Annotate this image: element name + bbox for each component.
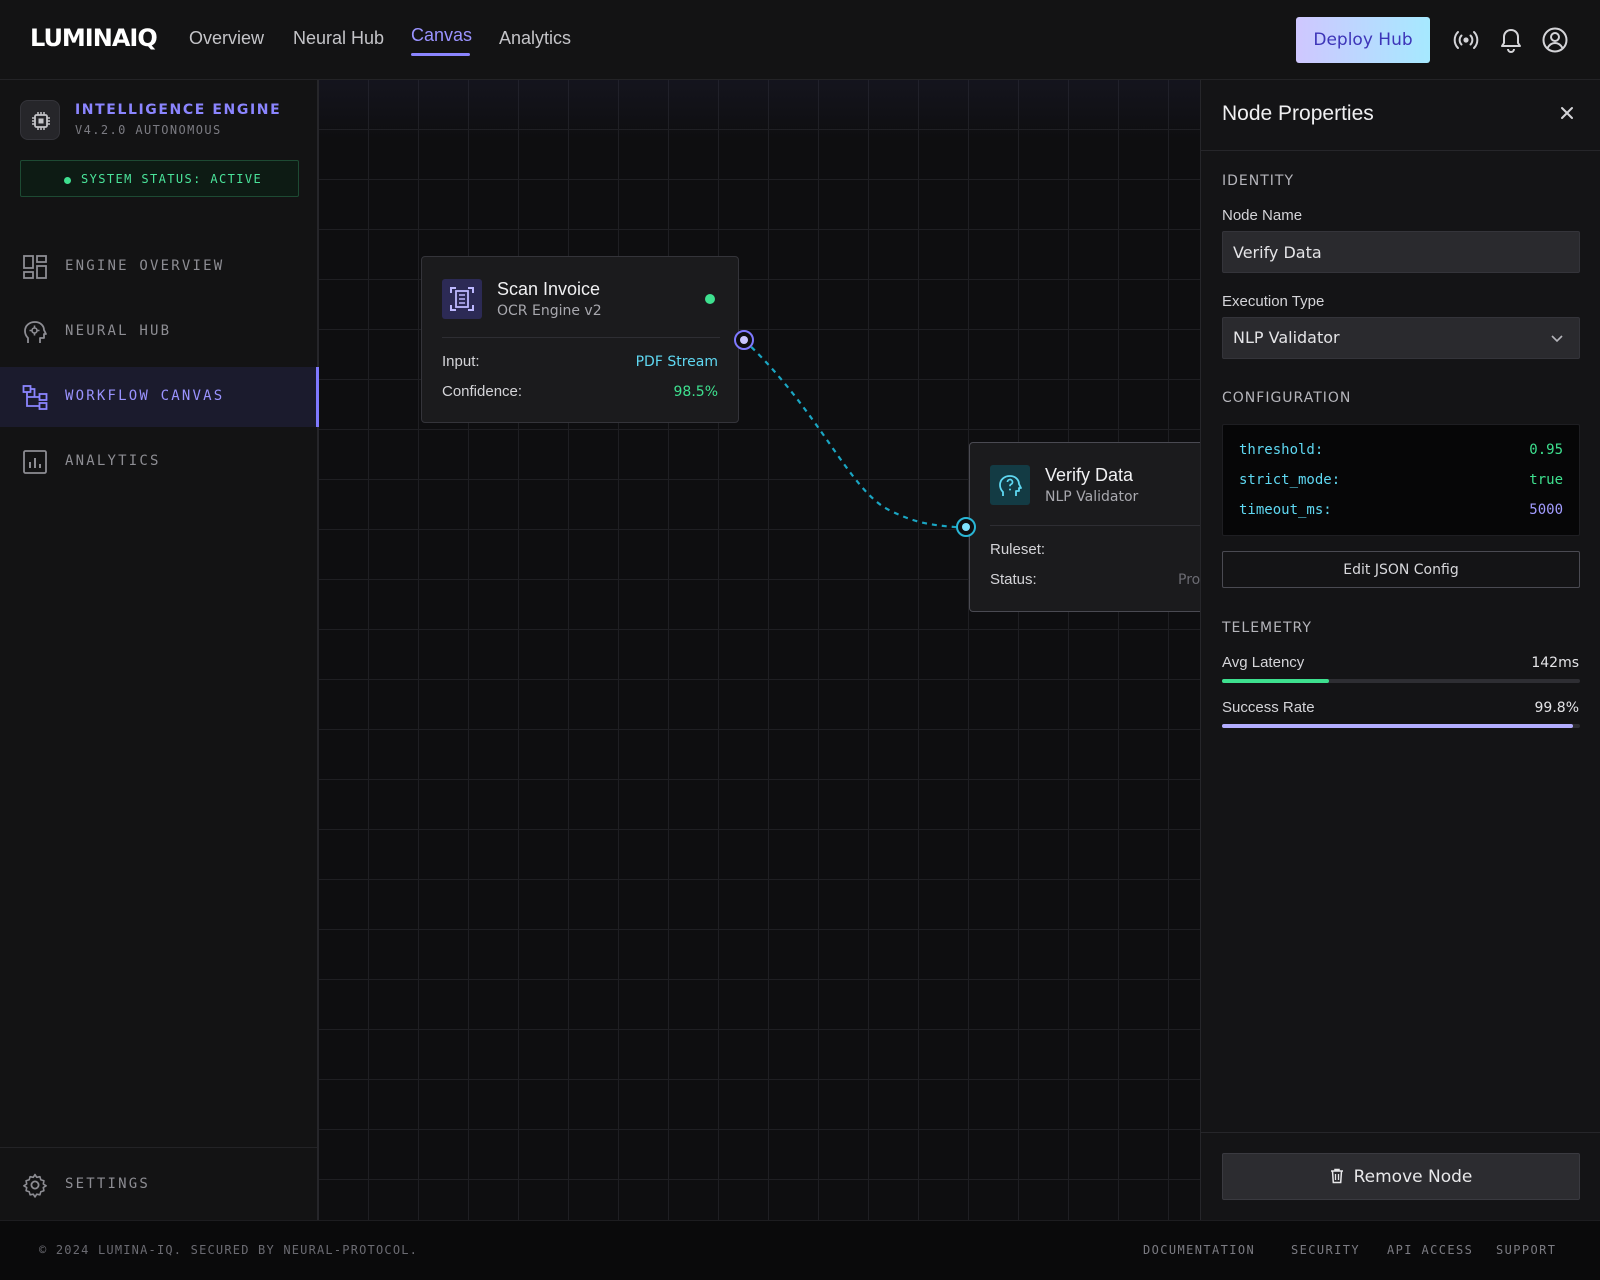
section-configuration: CONFIGURATION xyxy=(1222,390,1352,406)
connection-edge xyxy=(743,339,966,530)
engine-version: V4.2.0 AUTONOMOUS xyxy=(75,123,222,137)
page-footer: © 2024 LUMINA-IQ. SECURED BY NEURAL-PROT… xyxy=(0,1220,1600,1280)
node-name-label: Node Name xyxy=(1222,207,1303,224)
execution-type-label: Execution Type xyxy=(1222,293,1325,310)
close-icon[interactable] xyxy=(1557,103,1577,123)
sidebar-item-label: ANALYTICS xyxy=(65,453,161,469)
active-nav-indicator xyxy=(411,53,470,56)
node-field-key: Confidence: xyxy=(442,383,523,400)
sidebar-item-analytics[interactable]: ANALYTICS xyxy=(0,432,319,492)
execution-type-select[interactable]: NLP Validator xyxy=(1222,317,1580,359)
chevron-down-icon xyxy=(1551,335,1563,343)
config-code-block: threshold: 0.95 strict_mode: true timeou… xyxy=(1222,424,1580,536)
system-status-badge: SYSTEM STATUS: ACTIVE xyxy=(20,160,299,197)
node-field-key: Status: xyxy=(990,571,1037,588)
brand-logo[interactable]: LUMINAIQ xyxy=(30,24,158,52)
latency-bar-fill xyxy=(1222,679,1330,683)
panel-footer: Remove Node xyxy=(1201,1132,1600,1220)
node-status-dot-icon xyxy=(705,294,715,304)
node-field-value: PDF Stream xyxy=(635,354,718,370)
sidebar-item-label: WORKFLOW CANVAS xyxy=(65,388,225,404)
config-value: 0.95 xyxy=(1529,442,1563,458)
bar-chart-icon xyxy=(23,450,47,474)
telemetry-value: 142ms xyxy=(1531,655,1579,671)
nav-neural-hub[interactable]: Neural Hub xyxy=(293,28,384,49)
sidebar: INTELLIGENCE ENGINE V4.2.0 AUTONOMOUS SY… xyxy=(0,80,319,1220)
top-nav-bar: LUMINAIQ Overview Neural Hub Canvas Anal… xyxy=(0,0,1600,80)
success-rate-bar xyxy=(1222,724,1580,728)
sidebar-item-workflow-canvas[interactable]: WORKFLOW CANVAS xyxy=(0,367,319,427)
head-question-icon xyxy=(990,465,1030,505)
sidebar-item-engine-overview[interactable]: ENGINE OVERVIEW xyxy=(0,237,319,297)
success-rate-bar-fill xyxy=(1222,724,1573,728)
panel-header: Node Properties xyxy=(1201,80,1600,151)
sidebar-divider xyxy=(0,1147,317,1148)
nav-overview[interactable]: Overview xyxy=(189,28,264,49)
remove-node-label: Remove Node xyxy=(1353,1166,1473,1187)
section-telemetry: TELEMETRY xyxy=(1222,620,1312,636)
remove-node-button[interactable]: Remove Node xyxy=(1222,1153,1580,1200)
status-text: SYSTEM STATUS: ACTIVE xyxy=(81,172,263,186)
node-properties-panel: Node Properties IDENTITY Node Name Execu… xyxy=(1200,80,1600,1220)
node-field-key: Input: xyxy=(442,353,480,370)
workflow-icon xyxy=(22,385,48,410)
brain-icon xyxy=(24,321,47,343)
footer-link-api-access[interactable]: API ACCESS xyxy=(1387,1243,1473,1257)
sidebar-item-neural-hub[interactable]: NEURAL HUB xyxy=(0,302,319,362)
telemetry-value: 99.8% xyxy=(1534,700,1579,716)
edit-json-config-button[interactable]: Edit JSON Config xyxy=(1222,551,1580,588)
deploy-hub-button[interactable]: Deploy Hub xyxy=(1296,17,1430,63)
panel-title: Node Properties xyxy=(1222,102,1374,125)
output-port[interactable] xyxy=(734,330,754,350)
latency-bar xyxy=(1222,679,1580,683)
node-subtitle: OCR Engine v2 xyxy=(497,303,602,319)
footer-link-documentation[interactable]: DOCUMENTATION xyxy=(1143,1243,1255,1257)
sidebar-item-label: SETTINGS xyxy=(65,1176,151,1192)
nav-canvas[interactable]: Canvas xyxy=(411,25,472,46)
node-divider xyxy=(442,337,720,338)
section-identity: IDENTITY xyxy=(1222,173,1295,189)
node-divider xyxy=(990,525,1200,526)
bell-icon[interactable] xyxy=(1497,26,1525,54)
sidebar-item-label: ENGINE OVERVIEW xyxy=(65,258,225,274)
config-key: threshold: xyxy=(1239,442,1324,458)
config-key: strict_mode: xyxy=(1239,472,1341,488)
node-title: Scan Invoice xyxy=(497,279,601,299)
workflow-canvas[interactable]: Scan Invoice OCR Engine v2 Input: PDF St… xyxy=(319,80,1200,1220)
status-dot-icon xyxy=(64,177,71,184)
trash-icon xyxy=(1330,1168,1343,1183)
broadcast-icon[interactable] xyxy=(1452,26,1480,54)
user-icon[interactable] xyxy=(1541,26,1569,54)
node-field-key: Ruleset: xyxy=(990,541,1046,558)
scan-document-icon xyxy=(442,279,482,319)
node-title: Verify Data xyxy=(1045,465,1134,485)
cpu-icon xyxy=(32,112,50,130)
footer-link-support[interactable]: SUPPORT xyxy=(1496,1243,1556,1257)
sidebar-item-label: NEURAL HUB xyxy=(65,323,172,339)
config-value: true xyxy=(1529,472,1563,488)
config-value: 5000 xyxy=(1529,502,1563,518)
engine-chip xyxy=(20,100,60,140)
engine-title: INTELLIGENCE ENGINE xyxy=(75,102,282,118)
gear-icon xyxy=(23,1173,47,1198)
node-subtitle: NLP Validator xyxy=(1045,489,1139,505)
node-scan-invoice[interactable]: Scan Invoice OCR Engine v2 Input: PDF St… xyxy=(421,256,739,423)
sidebar-item-settings[interactable]: SETTINGS xyxy=(0,1155,319,1215)
copyright-text: © 2024 LUMINA-IQ. SECURED BY NEURAL-PROT… xyxy=(39,1243,419,1257)
telemetry-label: Avg Latency xyxy=(1222,654,1305,671)
input-port[interactable] xyxy=(956,517,976,537)
node-field-value: 98.5% xyxy=(673,384,718,400)
execution-type-value: NLP Validator xyxy=(1233,328,1340,347)
node-name-input[interactable] xyxy=(1222,231,1580,273)
nav-analytics[interactable]: Analytics xyxy=(499,28,571,49)
grid-icon xyxy=(23,255,47,279)
node-field-value: Pro xyxy=(1178,572,1200,588)
telemetry-label: Success Rate xyxy=(1222,699,1315,716)
node-verify-data[interactable]: Verify Data NLP Validator Ruleset: Statu… xyxy=(969,442,1200,612)
config-key: timeout_ms: xyxy=(1239,502,1332,518)
footer-link-security[interactable]: SECURITY xyxy=(1291,1243,1360,1257)
